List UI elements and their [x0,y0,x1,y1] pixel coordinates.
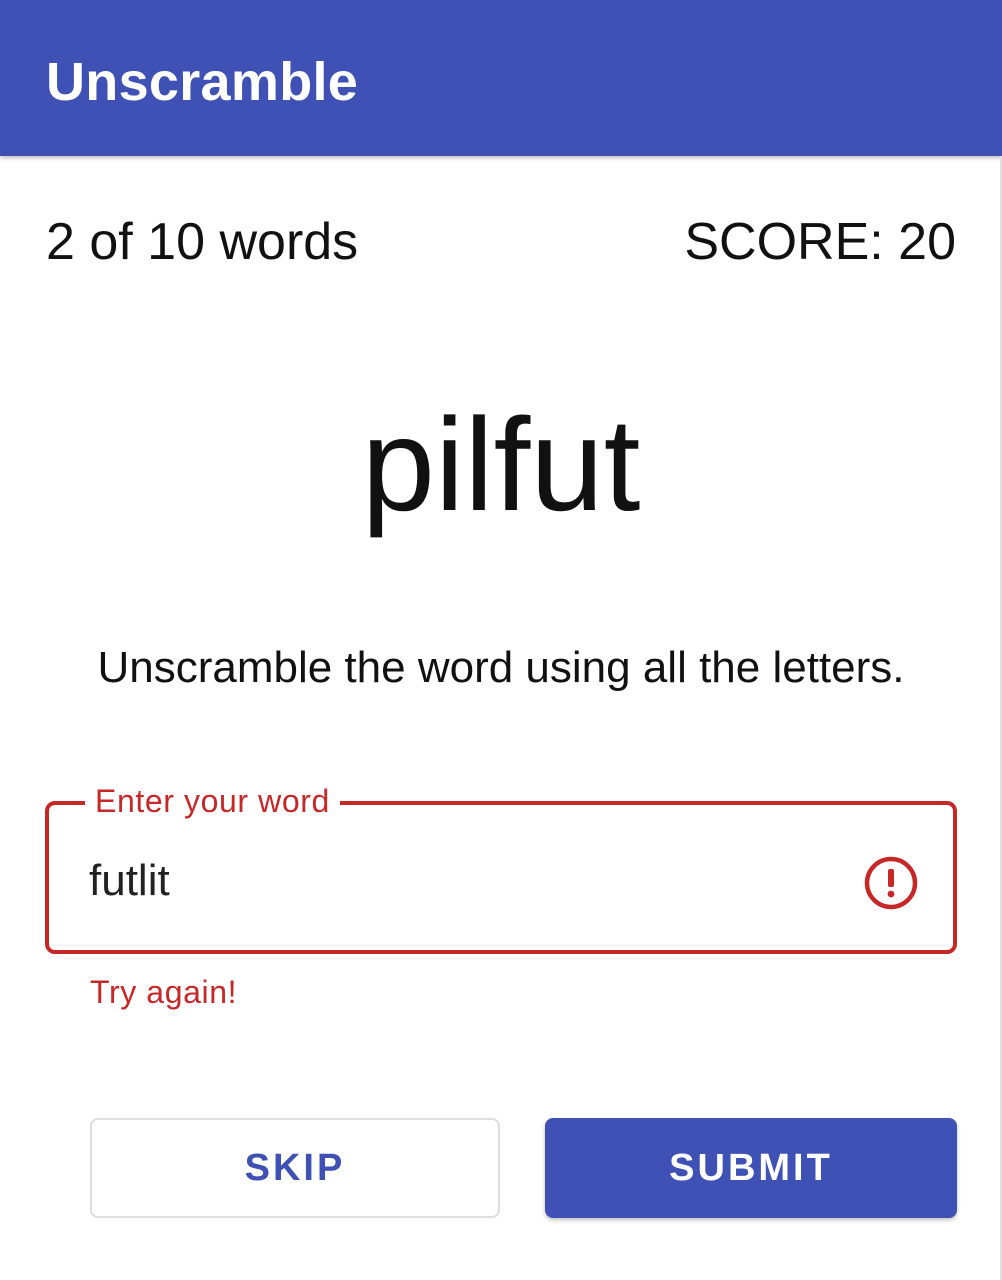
word-input-label: Enter your word [85,781,340,821]
error-helper-text: Try again! [90,974,238,1010]
error-icon [864,856,918,910]
word-input[interactable] [89,851,849,911]
scrambled-word: pilfut [361,391,641,538]
word-input-field[interactable]: Enter your word [45,781,957,954]
app-bar: Unscramble [0,0,1002,156]
instructions: Unscramble the word using all the letter… [97,643,905,692]
skip-button[interactable]: SKIP [90,1118,500,1218]
score: SCORE: 20 [684,213,956,271]
submit-button[interactable]: SUBMIT [545,1118,957,1218]
word-count: 2 of 10 words [46,213,359,271]
app-title: Unscramble [46,52,359,112]
